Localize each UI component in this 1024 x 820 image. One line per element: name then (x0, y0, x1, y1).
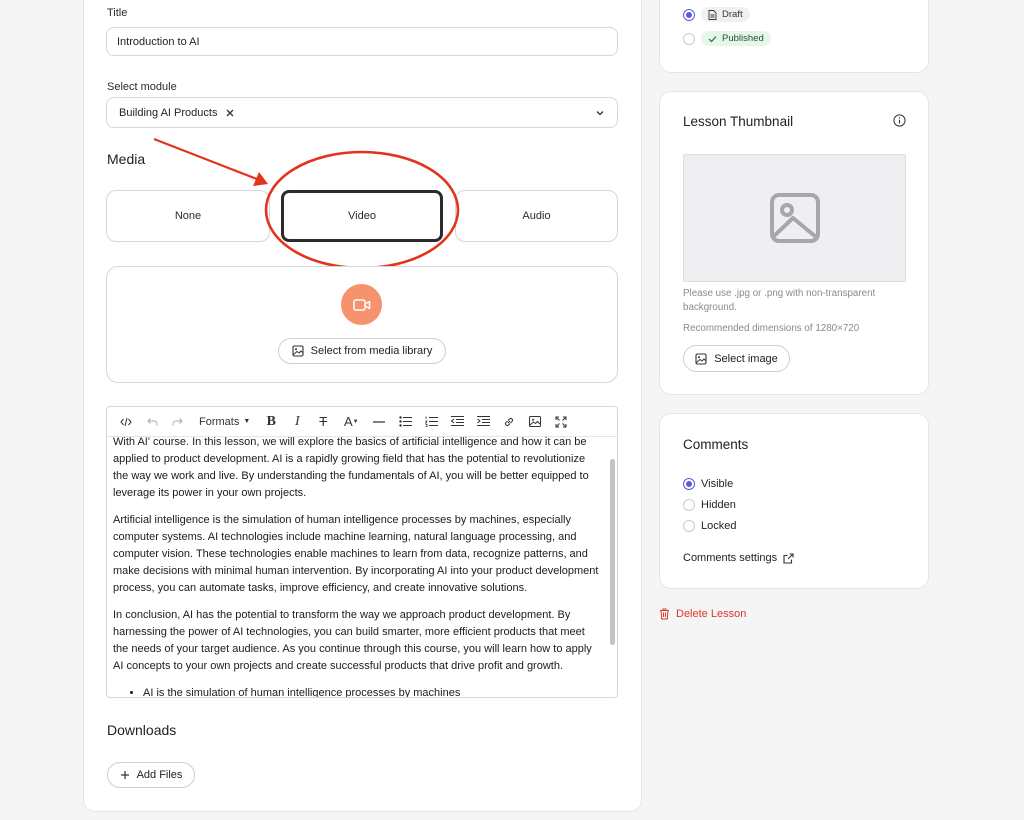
image-icon (695, 352, 707, 365)
editor-paragraph: Artificial intelligence is the simulatio… (113, 514, 599, 594)
editor-paragraph: With AI' course. In this lesson, we will… (113, 436, 589, 499)
editor-content[interactable]: With AI' course. In this lesson, we will… (107, 434, 607, 697)
bold-icon[interactable]: B (258, 409, 284, 435)
editor-bullet-list: AI is the simulation of human intelligen… (113, 685, 601, 697)
comments-settings-label: Comments settings (683, 552, 778, 564)
comments-settings-link[interactable]: Comments settings (683, 552, 794, 564)
video-camera-icon (341, 284, 382, 325)
list-item: AI is the simulation of human intelligen… (143, 685, 601, 697)
draft-label: Draft (722, 9, 743, 20)
annotation-arrow-line (153, 137, 263, 183)
info-icon[interactable] (893, 114, 906, 127)
image-placeholder-icon (769, 192, 821, 244)
delete-lesson-button[interactable]: Delete Lesson (659, 608, 746, 620)
comments-option-label: Visible (701, 478, 734, 490)
radio-button[interactable] (683, 8, 695, 21)
radio-button[interactable] (683, 520, 695, 532)
redo-icon[interactable] (165, 409, 191, 435)
radio-button[interactable] (683, 32, 695, 45)
formats-dropdown[interactable]: Formats ▼ (191, 416, 258, 428)
comments-option-hidden[interactable]: Hidden (683, 499, 736, 511)
fullscreen-icon[interactable] (548, 409, 574, 435)
formats-label: Formats (199, 415, 240, 428)
editor-toolbar: Formats ▼ B I T A ▼ (107, 407, 617, 437)
radio-button[interactable] (683, 478, 695, 490)
image-icon[interactable] (522, 409, 548, 435)
status-option-published[interactable]: Published (683, 31, 771, 46)
bullet-list-icon[interactable] (392, 409, 418, 435)
add-files-label: Add Files (136, 769, 183, 781)
thumbnail-dimensions: Recommended dimensions of 1280×720 (683, 323, 860, 334)
status-option-draft[interactable]: Draft (683, 7, 750, 22)
annotation-ellipse (264, 150, 460, 270)
delete-lesson-label: Delete Lesson (676, 608, 747, 620)
select-image-label: Select image (714, 352, 778, 365)
select-image-button[interactable]: Select image (683, 345, 790, 372)
numbered-list-icon[interactable] (418, 409, 444, 435)
horizontal-rule-icon[interactable] (366, 409, 392, 435)
check-icon (708, 35, 717, 43)
comments-option-visible[interactable]: Visible (683, 478, 733, 490)
outdent-icon[interactable] (444, 409, 470, 435)
thumbnail-hint: Please use .jpg or .png with non-transpa… (683, 288, 876, 313)
caret-down-icon: ▼ (243, 418, 251, 425)
comments-heading: Comments (683, 437, 749, 452)
indent-icon[interactable] (470, 409, 496, 435)
thumbnail-placeholder[interactable] (683, 154, 906, 282)
external-link-icon (783, 552, 794, 564)
comments-option-label: Hidden (701, 499, 736, 511)
plus-icon (120, 770, 130, 780)
editor-scrollbar[interactable] (610, 459, 615, 645)
add-files-button[interactable]: Add Files (107, 762, 195, 788)
published-badge: Published (701, 31, 771, 46)
link-icon[interactable] (496, 409, 522, 435)
select-media-library-button[interactable]: Select from media library (278, 338, 446, 364)
comments-option-label: Locked (701, 520, 737, 532)
document-icon (708, 9, 717, 20)
code-icon[interactable] (113, 409, 139, 435)
thumbnail-heading: Lesson Thumbnail (683, 114, 794, 129)
strikethrough-icon[interactable]: T (310, 409, 336, 435)
draft-badge: Draft (701, 7, 750, 22)
published-label: Published (722, 33, 764, 44)
text-color-icon[interactable]: A ▼ (336, 409, 366, 435)
undo-icon[interactable] (139, 409, 165, 435)
radio-button[interactable] (683, 499, 695, 511)
image-icon (292, 345, 304, 357)
select-media-library-label: Select from media library (310, 345, 433, 357)
comments-option-locked[interactable]: Locked (683, 520, 736, 532)
editor-paragraph: In conclusion, AI has the potential to t… (113, 609, 592, 672)
rich-text-editor: Formats ▼ B I T A ▼ With AI' course. In th… (106, 406, 618, 698)
trash-icon (659, 608, 670, 620)
italic-icon[interactable]: I (284, 409, 310, 435)
downloads-heading: Downloads (107, 722, 177, 738)
